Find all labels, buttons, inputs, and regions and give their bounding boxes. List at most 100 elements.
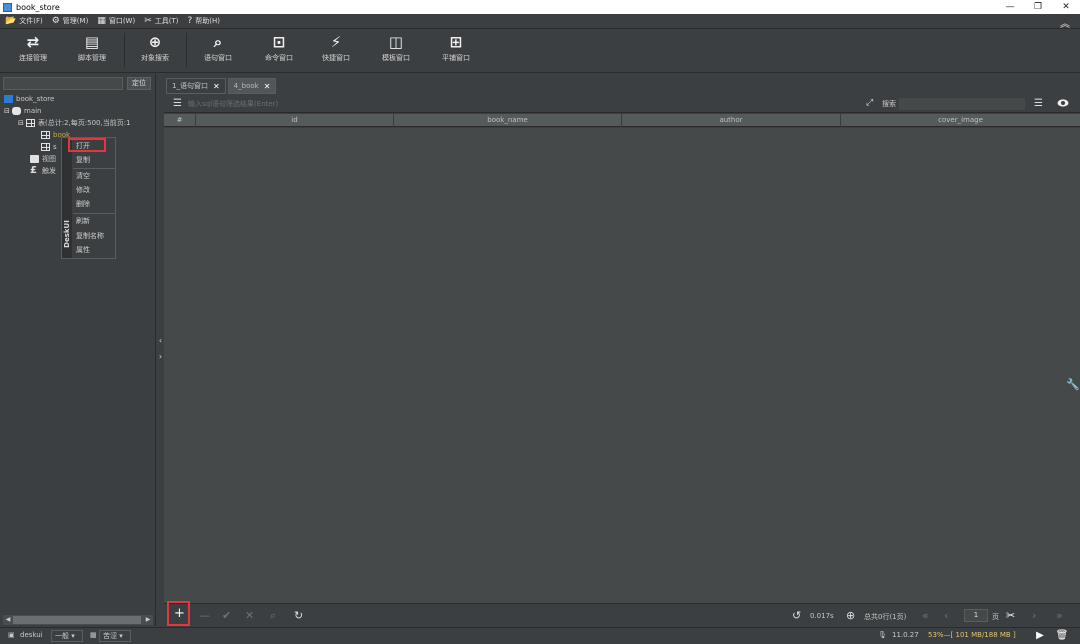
- expand-right-icon[interactable]: ›: [157, 352, 164, 361]
- menu-tools[interactable]: ✂ 工具(T): [144, 16, 178, 26]
- list-view-icon[interactable]: ☰: [1034, 98, 1043, 109]
- first-page-icon[interactable]: «: [922, 609, 929, 622]
- page-number-input[interactable]: 1: [964, 609, 988, 622]
- prev-page-icon[interactable]: ‹: [944, 609, 948, 622]
- ctx-properties[interactable]: 属性: [76, 244, 90, 256]
- search-icon[interactable]: ⌕: [270, 609, 276, 623]
- ctx-refresh[interactable]: 刷新: [76, 215, 90, 227]
- tab-sql-window[interactable]: 1_语句窗口 ✕: [166, 78, 226, 94]
- template-window-button[interactable]: ◫ 模板窗口: [366, 31, 426, 71]
- row-count-text: 总共0行(1页): [864, 613, 907, 621]
- scroll-thumb[interactable]: [13, 616, 141, 624]
- remove-row-icon[interactable]: —: [199, 609, 210, 622]
- collapse-toggle-icon[interactable]: ⊟: [4, 107, 12, 115]
- close-tab-icon[interactable]: ✕: [264, 82, 271, 91]
- filter-bar: ☰ 输入sql语句筛选结果(Enter) ⤢ 搜索 ☰: [164, 95, 1080, 113]
- terminal-icon: ⊡: [272, 33, 286, 51]
- filter-list-icon[interactable]: ☰: [173, 98, 182, 109]
- zoom-icon[interactable]: ⊕: [846, 609, 855, 622]
- search-label: 搜索: [882, 100, 896, 108]
- grid-action-bar: + — ✔ ✕ ⌕ ↻ ↺ 0.017s ⊕ 总共0行(1页) « ‹ 1 页 …: [164, 603, 1080, 626]
- sql-window-button[interactable]: ⌕ 语句窗口: [188, 31, 248, 71]
- command-window-button[interactable]: ⊡ 命令窗口: [249, 31, 309, 71]
- sql-filter-input[interactable]: 输入sql语句筛选结果(Enter): [188, 98, 748, 110]
- status-bar: ▣ deskui 一般 ▾ ▦ 苦涩 ▾ 🎙 11.0.27 53%—[ 101…: [0, 627, 1080, 644]
- collapse-left-icon[interactable]: ‹: [157, 336, 164, 345]
- table-group-icon: [26, 119, 35, 127]
- tab-book[interactable]: 4_book ✕: [227, 78, 277, 94]
- microphone-icon: 🎙: [878, 631, 887, 639]
- execution-time: 0.017s: [810, 612, 834, 620]
- column-header-cover-image[interactable]: cover_image: [841, 114, 1080, 127]
- panel-splitter[interactable]: ‹ ›: [157, 74, 164, 626]
- tree-node-database[interactable]: book_store: [4, 93, 54, 105]
- column-header-rownum[interactable]: #: [164, 114, 196, 127]
- menu-window[interactable]: ▦ 窗口(W): [97, 16, 135, 26]
- help-icon: ?: [187, 16, 193, 26]
- column-header-author[interactable]: author: [622, 114, 841, 127]
- quick-window-button[interactable]: ⚡ 快捷窗口: [306, 31, 366, 71]
- database-icon: [4, 95, 13, 103]
- tree-horizontal-scrollbar[interactable]: ◀ ▶: [3, 615, 153, 625]
- column-header-book-name[interactable]: book_name: [394, 114, 622, 127]
- run-button[interactable]: ▶: [1032, 629, 1048, 643]
- expand-icon[interactable]: ⤢: [866, 98, 873, 108]
- connection-manager-button[interactable]: ⇄ 连接管理: [3, 31, 63, 71]
- tree-search-input[interactable]: [3, 77, 123, 90]
- search-input[interactable]: [898, 97, 1026, 111]
- folder-icon: 📂: [5, 16, 17, 26]
- cancel-icon[interactable]: ✕: [245, 609, 254, 622]
- next-page-icon[interactable]: ›: [1032, 609, 1036, 622]
- object-search-icon: ⊕: [148, 33, 162, 51]
- tile-window-button[interactable]: ⊞ 平铺窗口: [426, 31, 486, 71]
- ctx-truncate[interactable]: 清空: [76, 170, 90, 182]
- history-icon[interactable]: ↺: [792, 609, 801, 622]
- tile-grid-icon: ⊞: [449, 33, 463, 51]
- tools-icon[interactable]: ✂: [1006, 609, 1015, 622]
- tree-node-triggers[interactable]: £ 触发: [30, 165, 56, 177]
- tree-node-views[interactable]: 视图: [30, 153, 56, 165]
- table-icon: [41, 131, 50, 139]
- lightning-icon: ⚡: [330, 33, 342, 51]
- context-menu-brand: DeskUI: [62, 138, 72, 258]
- refresh-icon[interactable]: ↻: [294, 609, 303, 622]
- tree-node-tables[interactable]: ⊟ 表(总计:2,每页:500,当前页:1: [18, 117, 131, 129]
- wrench-icon[interactable]: 🔧: [1066, 378, 1080, 391]
- menu-help[interactable]: ? 帮助(H): [188, 16, 221, 26]
- confirm-icon[interactable]: ✔: [222, 609, 231, 622]
- menu-help-label: 帮助(H): [195, 17, 221, 25]
- tree-node-schema[interactable]: ⊟ main: [4, 105, 42, 117]
- last-page-icon[interactable]: »: [1056, 609, 1063, 622]
- ctx-modify[interactable]: 修改: [76, 184, 90, 196]
- object-search-button[interactable]: ⊕ 对象搜索: [125, 31, 185, 71]
- open-highlight-box: [68, 138, 106, 152]
- lang-select[interactable]: 苦涩 ▾: [99, 630, 131, 642]
- toolbar: ⇄ 连接管理 ▤ 脚本管理 ⊕ 对象搜索 ⌕ 语句窗口 ⊡ 命令窗口 ⚡ 快捷窗…: [0, 29, 1080, 73]
- script-manager-button[interactable]: ▤ 脚本管理: [62, 31, 122, 71]
- mode-select[interactable]: 一般 ▾: [51, 630, 83, 642]
- grid-body[interactable]: 🔧: [164, 128, 1080, 604]
- collapse-toggle-icon[interactable]: ⊟: [18, 119, 26, 127]
- trash-button[interactable]: 🗑: [1054, 629, 1070, 643]
- restore-button[interactable]: ❐: [1024, 0, 1052, 14]
- gear-icon: ⚙: [51, 16, 60, 26]
- ctx-delete[interactable]: 删除: [76, 198, 90, 210]
- close-tab-icon[interactable]: ✕: [213, 82, 220, 91]
- close-button[interactable]: ✕: [1052, 0, 1080, 14]
- scroll-left-icon[interactable]: ◀: [3, 615, 13, 625]
- menu-manage[interactable]: ⚙ 管理(M): [52, 16, 89, 26]
- tools-icon: ✂: [144, 16, 152, 26]
- collapse-toolbar-icon[interactable]: ︽: [1060, 15, 1070, 30]
- column-header-id[interactable]: id: [196, 114, 394, 127]
- ctx-copy-name[interactable]: 复制名称: [76, 230, 104, 242]
- menu-file[interactable]: 📂 文件(F): [5, 16, 43, 26]
- minimize-button[interactable]: —: [996, 0, 1024, 14]
- page-unit-label: 页: [992, 613, 999, 621]
- locate-button[interactable]: 定位: [127, 77, 151, 90]
- table-icon: [41, 143, 50, 151]
- lang-icon: ▦: [90, 631, 97, 639]
- ctx-copy[interactable]: 复制: [76, 154, 90, 166]
- scroll-right-icon[interactable]: ▶: [143, 615, 153, 625]
- template-icon: ◫: [388, 33, 404, 51]
- eye-icon[interactable]: [1057, 98, 1069, 108]
